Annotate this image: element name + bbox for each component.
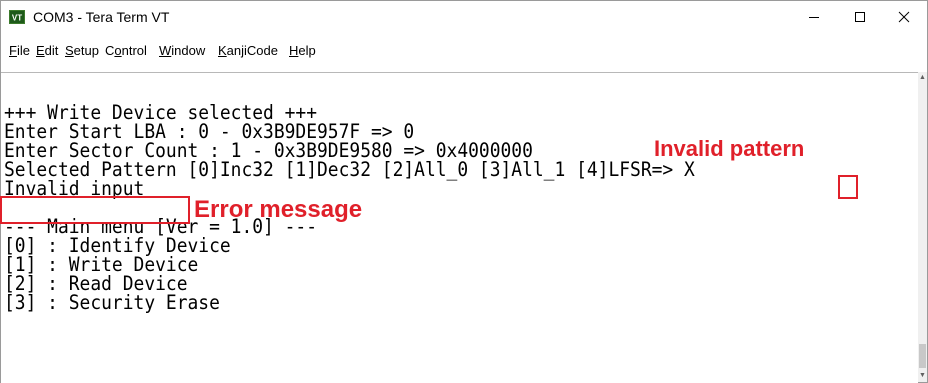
terminal-window: VT COM3 - Tera Term VT File Edit Setup C… [0, 0, 928, 383]
scroll-up-icon[interactable]: ▲ [919, 74, 926, 81]
scroll-down-icon[interactable]: ▼ [919, 372, 926, 379]
menu-control[interactable]: Control [105, 43, 147, 58]
menu-window-accel: W [159, 43, 172, 58]
menu-bar: File Edit Setup Control Window KanjiCode… [1, 43, 927, 65]
menu-help-accel: H [289, 43, 299, 58]
menu-file-label: ile [16, 43, 30, 58]
invalid-pattern-annotation: Invalid pattern [654, 136, 805, 161]
menu-edit-label: dit [44, 43, 59, 58]
menu-control-prefix: C [105, 43, 115, 58]
menu-control-accel: o [114, 43, 122, 58]
error-message-annotation: Error message [194, 196, 363, 223]
menu-control-label: ntrol [121, 43, 147, 58]
menu-kanjicode[interactable]: KanjiCode [218, 43, 278, 58]
minimize-icon [809, 17, 819, 18]
menu-edit-accel: E [36, 43, 45, 58]
menu-file-accel: F [9, 43, 17, 58]
menu-window-label: indow [171, 43, 206, 58]
menu-edit[interactable]: Edit [36, 43, 58, 58]
terminal-area[interactable]: +++ Write Device selected +++ Enter Star… [1, 72, 918, 383]
terminal-line: [3] : Security Erase [4, 291, 220, 314]
svg-text:VT: VT [12, 14, 22, 23]
title-bar[interactable]: VT COM3 - Tera Term VT [1, 1, 927, 33]
invalid-pattern-highlight [838, 175, 858, 199]
close-button[interactable] [881, 1, 927, 33]
menu-kanjicode-accel: K [218, 43, 227, 58]
close-icon [898, 11, 910, 23]
menu-window[interactable]: Window [159, 43, 205, 58]
menu-setup[interactable]: Setup [65, 43, 99, 58]
minimize-button[interactable] [791, 1, 837, 33]
invalid-input-highlight [0, 196, 190, 224]
menu-help-label: elp [298, 43, 316, 58]
maximize-icon [855, 12, 865, 22]
scrollbar-thumb[interactable] [919, 344, 926, 368]
menu-kanjicode-label: anjiCode [226, 43, 278, 58]
tera-term-icon: VT [9, 10, 25, 24]
maximize-button[interactable] [837, 1, 883, 33]
vertical-scrollbar[interactable]: ▲ ▼ [918, 72, 927, 382]
menu-setup-label: etup [73, 43, 99, 58]
menu-setup-accel: S [65, 43, 74, 58]
window-title: COM3 - Tera Term VT [33, 9, 170, 25]
menu-help[interactable]: Help [289, 43, 316, 58]
menu-file[interactable]: File [9, 43, 30, 58]
